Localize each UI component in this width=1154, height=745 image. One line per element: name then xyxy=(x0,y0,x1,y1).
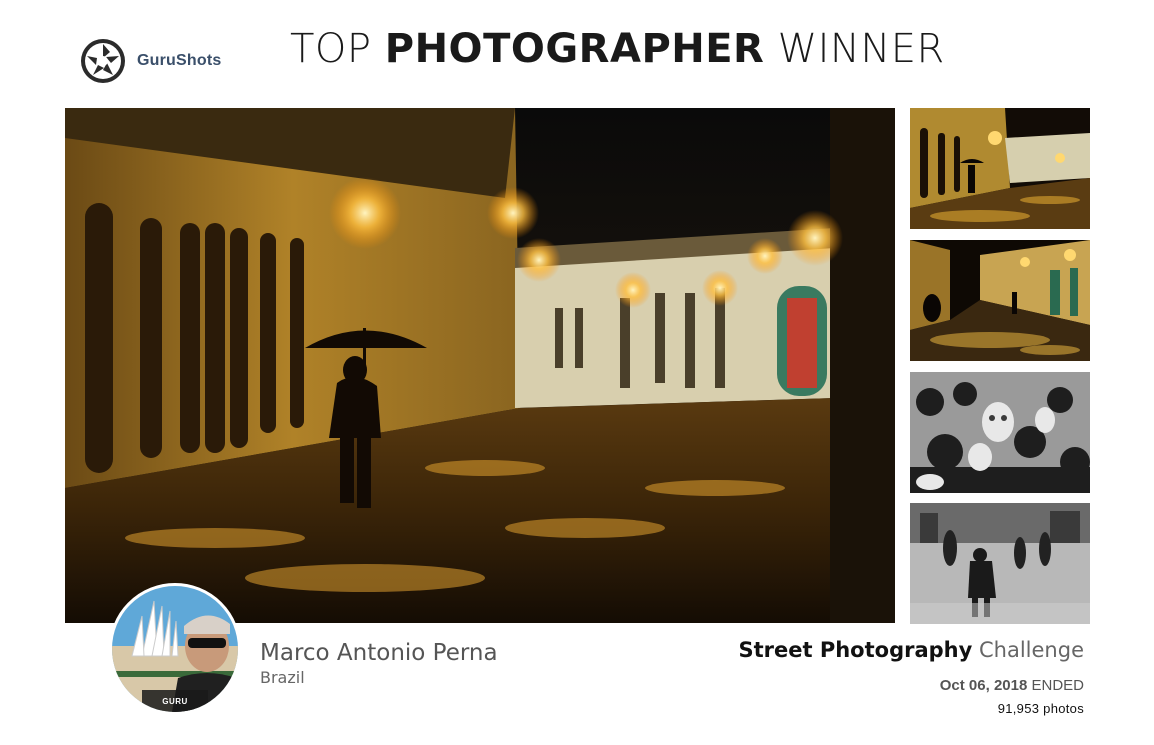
challenge-status-line: Oct 06, 2018 ENDED xyxy=(940,677,1084,694)
brand-logo[interactable]: GuruShots xyxy=(80,38,221,84)
thumbnail-photo[interactable] xyxy=(910,240,1090,361)
thumbnail-photo[interactable] xyxy=(910,108,1090,229)
winner-country: Brazil xyxy=(260,668,305,687)
challenge-suffix: Challenge xyxy=(979,638,1084,662)
headline-suffix: WINNER xyxy=(777,26,945,72)
winner-name[interactable]: Marco Antonio Perna xyxy=(260,640,498,666)
winning-photo[interactable] xyxy=(65,108,895,623)
aperture-logo-icon xyxy=(81,39,125,83)
thumbnail-photo[interactable] xyxy=(910,503,1090,624)
photo-count: 91,953 photos xyxy=(997,701,1084,716)
headline-prefix: TOP xyxy=(290,26,372,72)
challenge-date: Oct 06, 2018 xyxy=(939,677,1028,694)
brand-name: GuruShots xyxy=(137,52,222,69)
challenge-title[interactable]: Street Photography Challenge xyxy=(738,638,1084,662)
headline-emphasis: PHOTOGRAPHER xyxy=(384,26,765,72)
guru-badge: GURU xyxy=(162,697,188,706)
page-headline: TOP PHOTOGRAPHER WINNER xyxy=(290,26,945,72)
challenge-status: ENDED xyxy=(1031,677,1084,694)
winner-avatar[interactable]: GURU xyxy=(109,583,241,715)
challenge-name: Street Photography xyxy=(738,638,973,662)
thumbnail-photo[interactable] xyxy=(910,372,1090,493)
